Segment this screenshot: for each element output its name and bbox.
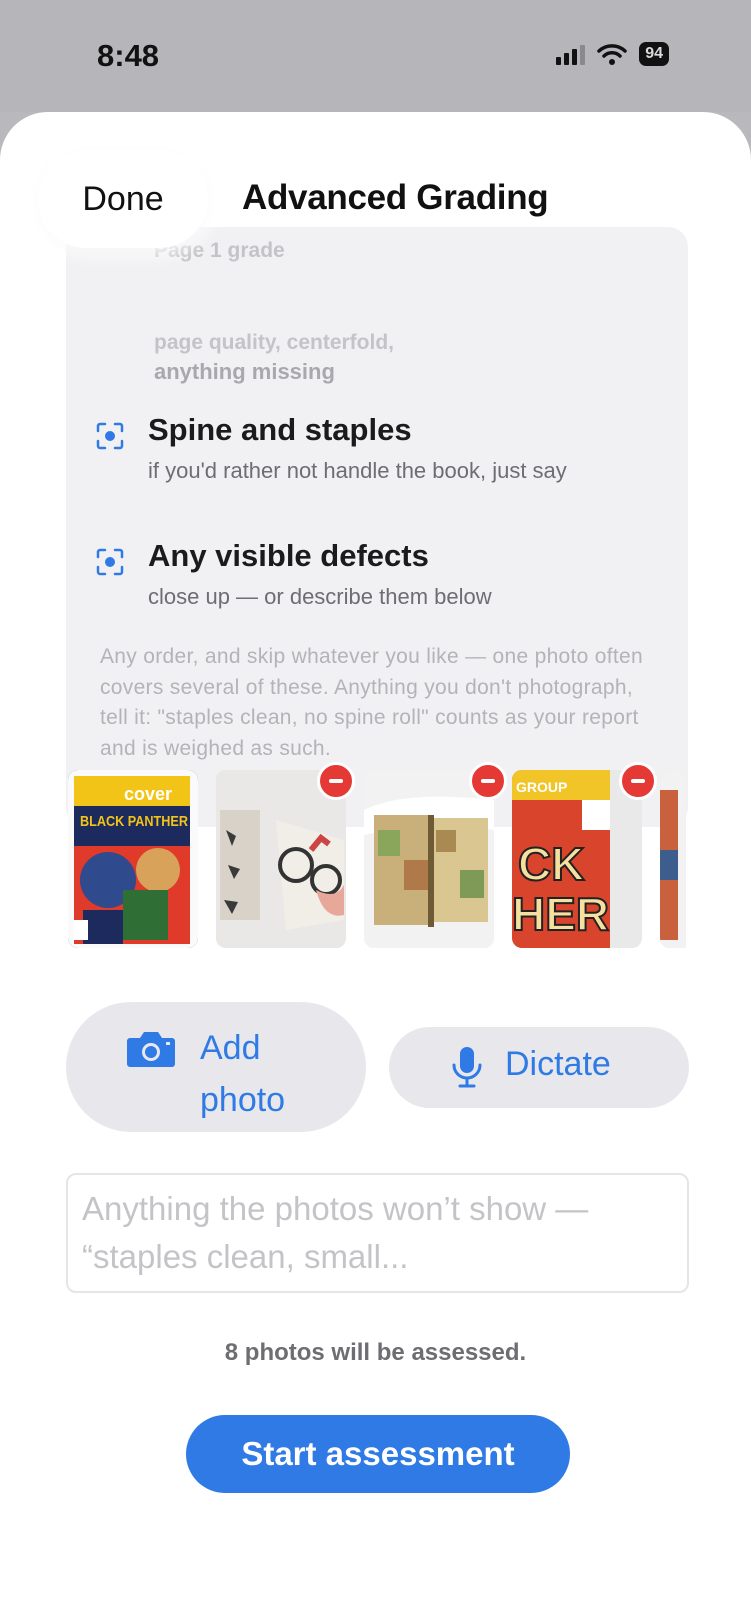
notes-placeholder: Anything the photos won’t show — “staple… (82, 1190, 589, 1275)
remove-photo-button[interactable] (317, 762, 355, 800)
add-photo-label: Add photo (200, 1029, 286, 1119)
remove-photo-button[interactable] (619, 762, 657, 800)
done-button[interactable]: Done (38, 150, 208, 248)
cover-closeup-photo: GROUP CK HER (512, 770, 642, 948)
start-assessment-button[interactable]: Start assessment (186, 1415, 570, 1493)
checklist-item-subtitle: if you'd rather not handle the book, jus… (148, 458, 567, 483)
spine-photo (364, 770, 494, 948)
microphone-icon (452, 1047, 482, 1088)
checklist-item-title: Spine and staples (148, 412, 412, 447)
photo-strip[interactable]: cover BLACK PANTHER GROUP CK HER (66, 768, 686, 948)
advanced-grading-sheet: Page 1 grade page quality, centerfold, a… (0, 112, 751, 1624)
remove-photo-button[interactable] (469, 762, 507, 800)
add-photo-button[interactable]: Add photo (66, 1002, 366, 1132)
battery-indicator: 94 (639, 42, 669, 66)
photo-thumbnail[interactable] (364, 770, 494, 948)
partial-photo (660, 770, 686, 948)
viewfinder-icon (96, 422, 124, 450)
checklist-item-subtitle: close up — or describe them below (148, 584, 492, 609)
camera-icon (127, 1032, 175, 1067)
thumb-text: HER (512, 888, 609, 940)
wifi-icon (597, 44, 627, 65)
cover-title: BLACK PANTHER (80, 813, 188, 830)
status-icons: 94 (556, 42, 669, 66)
photo-thumbnail[interactable] (660, 770, 686, 948)
thumb-text: CK (518, 838, 584, 890)
cover-photo: cover BLACK PANTHER (68, 770, 198, 948)
photo-thumbnail[interactable]: GROUP CK HER (512, 770, 642, 948)
photo-thumbnail-cover[interactable]: cover BLACK PANTHER (68, 770, 198, 948)
status-time: 8:48 (97, 38, 160, 73)
cover-label: cover (124, 784, 172, 804)
status-bar: 8:48 94 (0, 0, 751, 112)
condition-notes-field[interactable]: Anything the photos won’t show — “staple… (66, 1173, 689, 1293)
dictate-label: Dictate (505, 1045, 611, 1083)
checklist-ghost-line: page quality, centerfold, (154, 331, 394, 354)
viewfinder-icon (96, 548, 124, 576)
photo-count-text: 8 photos will be assessed. (224, 1339, 527, 1366)
dictate-button[interactable]: Dictate (389, 1027, 689, 1108)
cellular-signal-icon (556, 43, 586, 65)
checklist-note: Any order, and skip whatever you like — … (100, 645, 643, 760)
checklist-item-title: Any visible defects (148, 538, 429, 573)
checklist-ghost-line: anything missing (154, 359, 335, 384)
sheet-title: Advanced Grading (242, 178, 549, 217)
thumb-text: GROUP (516, 779, 567, 795)
photo-checklist-card: Page 1 grade page quality, centerfold, a… (66, 227, 688, 827)
